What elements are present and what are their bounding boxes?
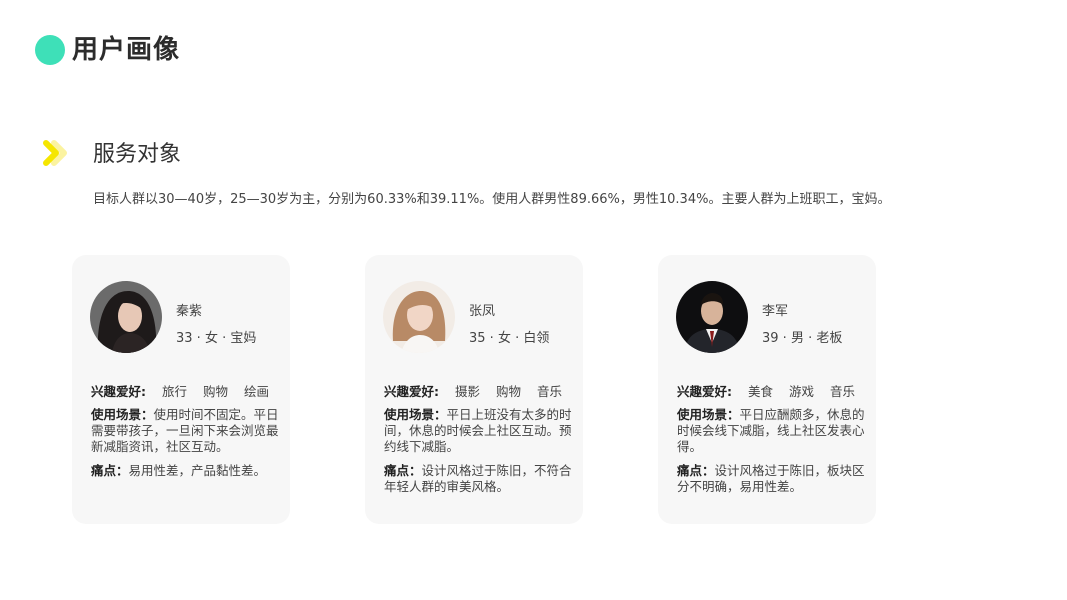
persona-name: 张凤	[469, 304, 496, 319]
persona-scene: 使用场景：使用时间不固定。平日需要带孩子，一旦闲下来会浏览最新减脂资讯，社区互动…	[91, 407, 279, 454]
chevron-right-icon	[43, 140, 67, 166]
persona-card: 李军 39 · 男 · 老板 兴趣爱好: 美食 游戏 音乐 使用场景：平日应酬颇…	[658, 255, 876, 524]
hobby-tag: 美食	[748, 384, 774, 399]
persona-hobbies: 兴趣爱好: 摄影 购物 音乐	[384, 384, 563, 399]
persona-hobbies: 兴趣爱好: 美食 游戏 音乐	[677, 384, 856, 399]
persona-scene: 使用场景：平日上班没有太多的时间，休息的时候会上社区互动。预约线下减脂。	[384, 407, 572, 454]
persona-meta: 33 · 女 · 宝妈	[176, 331, 257, 346]
persona-scene: 使用场景：平日应酬颇多，休息的时候会线下减脂，线上社区发表心得。	[677, 407, 865, 454]
pain-label: 痛点	[677, 463, 703, 478]
hobby-tag: 旅行	[162, 384, 188, 399]
persona-pain: 痛点：设计风格过于陈旧，不符合年轻人群的审美风格。	[384, 463, 572, 494]
hobby-tag: 音乐	[537, 384, 563, 399]
page-title: 用户画像	[72, 35, 181, 65]
pain-text: 易用性差，产品黏性差。	[128, 463, 267, 478]
persona-meta: 39 · 男 · 老板	[762, 331, 843, 346]
persona-card: 秦紫 33 · 女 · 宝妈 兴趣爱好: 旅行 购物 绘画 使用场景：使用时间不…	[72, 255, 290, 524]
hobby-tag: 游戏	[789, 384, 815, 399]
persona-hobbies: 兴趣爱好: 旅行 购物 绘画	[91, 384, 270, 399]
persona-card: 张凤 35 · 女 · 白领 兴趣爱好: 摄影 购物 音乐 使用场景：平日上班没…	[365, 255, 583, 524]
persona-pain: 痛点：设计风格过于陈旧，板块区分不明确，易用性差。	[677, 463, 865, 494]
section-summary: 目标人群以30—40岁，25—30岁为主，分别为60.33%和39.11%。使用…	[93, 192, 891, 207]
hobby-tag: 摄影	[455, 384, 481, 399]
hobby-tag: 购物	[203, 384, 229, 399]
persona-name: 李军	[762, 304, 789, 319]
hobby-label: 兴趣爱好	[384, 384, 435, 399]
persona-pain: 痛点：易用性差，产品黏性差。	[91, 463, 267, 478]
hobby-tag: 购物	[496, 384, 522, 399]
avatar	[90, 281, 162, 353]
persona-meta: 35 · 女 · 白领	[469, 331, 550, 346]
pain-label: 痛点	[91, 463, 117, 478]
hobby-label: 兴趣爱好	[677, 384, 728, 399]
title-bullet-dot	[35, 35, 65, 65]
scene-label: 使用场景	[677, 407, 728, 422]
hobby-tag: 音乐	[830, 384, 856, 399]
scene-label: 使用场景	[91, 407, 142, 422]
hobby-label: 兴趣爱好	[91, 384, 142, 399]
section-title: 服务对象	[93, 142, 182, 167]
persona-name: 秦紫	[176, 304, 203, 319]
pain-label: 痛点	[384, 463, 410, 478]
hobby-tag: 绘画	[244, 384, 270, 399]
scene-label: 使用场景	[384, 407, 435, 422]
avatar	[676, 281, 748, 353]
avatar	[383, 281, 455, 353]
